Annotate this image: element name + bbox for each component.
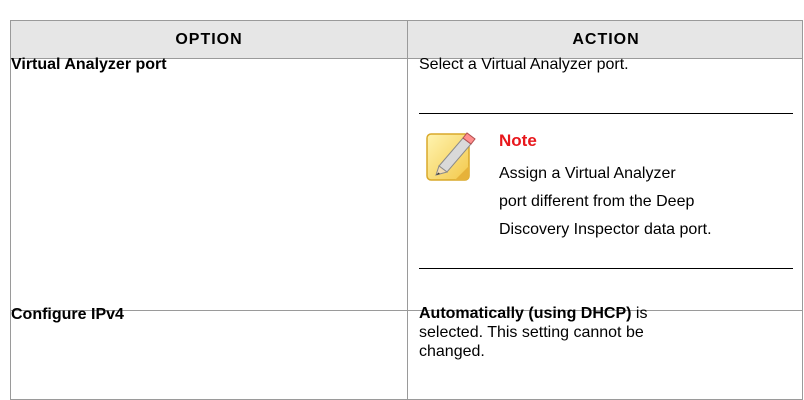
- note-line-1: Assign a Virtual Analyzer: [499, 165, 676, 182]
- note-line-2: port different from the Deep: [499, 193, 695, 210]
- row-option-virtual-analyzer-port: Virtual Analyzer port: [11, 56, 167, 73]
- action-bold-text: Automatically (using DHCP): [419, 305, 632, 322]
- note-line-3: Discovery Inspector data port.: [499, 221, 712, 238]
- row-option-configure-ipv4: Configure IPv4: [11, 306, 124, 323]
- top-margin: [0, 0, 804, 20]
- note-title: Note: [499, 131, 537, 150]
- note-bottom-rule: [419, 268, 793, 269]
- row-action-configure-ipv4: Automatically (using DHCP) is selected. T…: [419, 304, 779, 361]
- row-action-virtual-analyzer-port: Select a Virtual Analyzer port.: [419, 56, 629, 73]
- note-top-rule: [419, 113, 793, 114]
- note-body: Assign a Virtual Analyzer port different…: [499, 160, 799, 244]
- action-text-2: selected. This setting cannot be: [419, 324, 644, 341]
- note-pencil-icon: [426, 132, 476, 181]
- action-text-1: is: [631, 305, 648, 322]
- column-divider: [407, 21, 408, 399]
- action-text-3: changed.: [419, 343, 485, 360]
